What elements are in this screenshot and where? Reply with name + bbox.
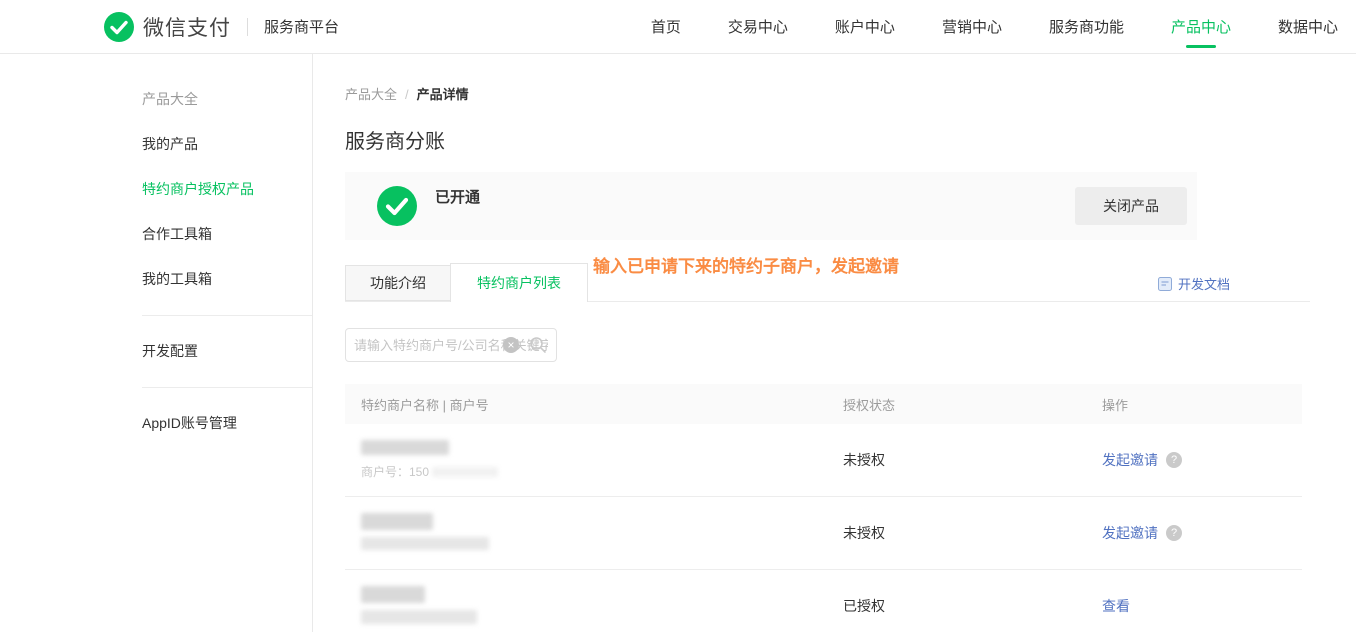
- help-icon[interactable]: ?: [1166, 452, 1182, 468]
- table-row: 商户号：150 未授权 发起邀请 ?: [345, 424, 1302, 497]
- table-row: 未授权 发起邀请 ?: [345, 497, 1302, 570]
- submch-table: 特约商户名称 | 商户号 授权状态 操作 商户号：150 未授权 发起邀请 ?: [345, 384, 1302, 633]
- sidebar: 产品大全 我的产品 特约商户授权产品 合作工具箱 我的工具箱 开发配置 AppI…: [0, 54, 313, 632]
- status-text: 已开通: [435, 186, 480, 207]
- actions-cell: 发起邀请 ?: [1102, 523, 1302, 543]
- actions-cell: 查看: [1102, 596, 1302, 616]
- table-row: 已授权 查看: [345, 570, 1302, 633]
- merchant-name-cell: [345, 586, 843, 627]
- redacted-merchant-name: [361, 610, 477, 624]
- redacted-merchant-name: [361, 440, 449, 455]
- redacted-merchant-id: [432, 467, 498, 477]
- sidebar-item-dev-config[interactable]: 开发配置: [142, 342, 312, 361]
- nav-item-product-center[interactable]: 产品中心: [1171, 16, 1231, 37]
- auth-status: 已授权: [843, 596, 1102, 616]
- table-header-row: 特约商户名称 | 商户号 授权状态 操作: [345, 384, 1302, 424]
- sidebar-item-submch-auth-products[interactable]: 特约商户授权产品: [142, 180, 312, 199]
- status-banner: 已开通 关闭产品: [345, 172, 1197, 240]
- page-title: 服务商分账: [345, 125, 1310, 154]
- send-invite-link[interactable]: 发起邀请: [1102, 523, 1158, 543]
- merchant-name-cell: 商户号：150: [345, 440, 843, 480]
- nav-item-home[interactable]: 首页: [651, 16, 681, 37]
- close-product-button[interactable]: 关闭产品: [1075, 187, 1187, 225]
- sidebar-item-my-toolbox[interactable]: 我的工具箱: [142, 270, 312, 289]
- send-invite-link[interactable]: 发起邀请: [1102, 450, 1158, 470]
- tab-submch-list[interactable]: 特约商户列表: [450, 263, 588, 302]
- breadcrumb: 产品大全 / 产品详情: [345, 84, 1310, 103]
- redacted-merchant-name: [361, 513, 433, 530]
- search-box: ×: [345, 328, 557, 362]
- sidebar-item-my-products[interactable]: 我的产品: [142, 135, 312, 154]
- sidebar-item-appid-management[interactable]: AppID账号管理: [142, 414, 312, 433]
- col-header-actions: 操作: [1102, 395, 1302, 414]
- merchant-name-cell: [345, 513, 843, 553]
- nav-item-sp-features[interactable]: 服务商功能: [1049, 16, 1124, 37]
- document-icon: [1158, 277, 1172, 291]
- help-icon[interactable]: ?: [1166, 525, 1182, 541]
- search-input[interactable]: [345, 328, 557, 362]
- col-header-auth-status: 授权状态: [843, 395, 1102, 414]
- search-icon[interactable]: [529, 336, 547, 359]
- top-header: 微信支付 服务商平台 首页 交易中心 账户中心 营销中心 服务商功能 产品中心 …: [0, 0, 1356, 54]
- annotation-text: 输入已申请下来的特约子商户，发起邀请: [593, 252, 899, 277]
- nav-item-marketing-center[interactable]: 营销中心: [942, 16, 1002, 37]
- clear-icon[interactable]: ×: [503, 337, 519, 353]
- logo-divider: [247, 18, 248, 36]
- portal-name: 服务商平台: [264, 16, 339, 37]
- sidebar-item-product-catalog[interactable]: 产品大全: [142, 90, 312, 109]
- main-content: 产品大全 / 产品详情 服务商分账 已开通 关闭产品 功能介绍 特约商户列表 输入已…: [313, 54, 1356, 632]
- top-nav: 首页 交易中心 账户中心 营销中心 服务商功能 产品中心 数据中心: [651, 16, 1338, 37]
- merchant-id-line: 商户号：150: [361, 463, 843, 480]
- logo-area: 微信支付 服务商平台: [104, 12, 339, 42]
- redacted-merchant-name: [361, 537, 489, 550]
- view-link[interactable]: 查看: [1102, 596, 1130, 616]
- merchant-id-prefix: 商户号：150: [361, 463, 429, 480]
- nav-item-data-center[interactable]: 数据中心: [1278, 16, 1338, 37]
- nav-item-trade-center[interactable]: 交易中心: [728, 16, 788, 37]
- logo-text: 微信支付: [143, 12, 231, 42]
- breadcrumb-separator: /: [405, 87, 409, 102]
- breadcrumb-current: 产品详情: [417, 87, 469, 102]
- tab-feature-intro[interactable]: 功能介绍: [345, 265, 451, 301]
- tab-bar: 功能介绍 特约商户列表 输入已申请下来的特约子商户，发起邀请 开发文档: [345, 266, 1310, 302]
- sidebar-divider: [142, 315, 312, 316]
- nav-item-account-center[interactable]: 账户中心: [835, 16, 895, 37]
- wechat-pay-logo-icon: [104, 12, 134, 42]
- sidebar-divider: [142, 387, 312, 388]
- redacted-merchant-name: [361, 586, 425, 603]
- breadcrumb-parent[interactable]: 产品大全: [345, 87, 397, 102]
- col-header-merchant: 特约商户名称 | 商户号: [345, 395, 843, 414]
- auth-status: 未授权: [843, 523, 1102, 543]
- dev-doc-link[interactable]: 开发文档: [1158, 274, 1230, 293]
- page-body: 产品大全 我的产品 特约商户授权产品 合作工具箱 我的工具箱 开发配置 AppI…: [0, 54, 1356, 632]
- check-circle-icon: [377, 186, 417, 226]
- actions-cell: 发起邀请 ?: [1102, 450, 1302, 470]
- dev-doc-link-label: 开发文档: [1178, 274, 1230, 293]
- sidebar-item-coop-toolbox[interactable]: 合作工具箱: [142, 225, 312, 244]
- auth-status: 未授权: [843, 450, 1102, 470]
